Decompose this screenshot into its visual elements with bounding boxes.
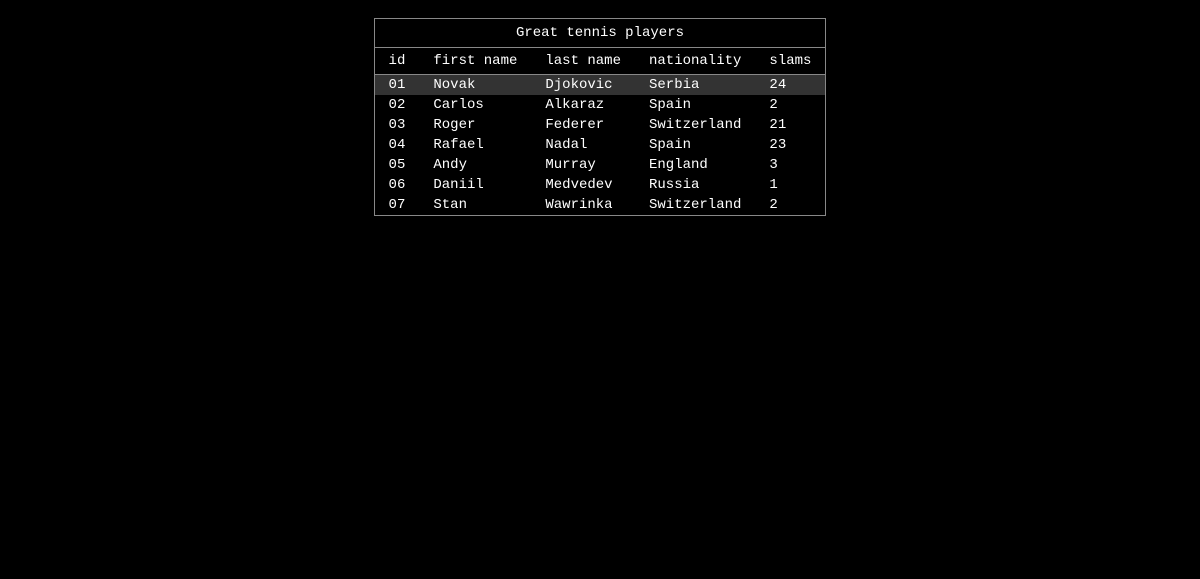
cell-last_name: Wawrinka: [531, 195, 635, 215]
cell-id: 06: [375, 175, 420, 195]
cell-slams: 1: [755, 175, 825, 195]
cell-first_name: Andy: [419, 155, 531, 175]
cell-last_name: Medvedev: [531, 175, 635, 195]
table-row: 06DaniilMedvedevRussia1: [375, 175, 826, 195]
cell-slams: 3: [755, 155, 825, 175]
table-row: 02CarlosAlkarazSpain2: [375, 95, 826, 115]
cell-slams: 2: [755, 195, 825, 215]
cell-first_name: Carlos: [419, 95, 531, 115]
col-header-last-name: last name: [531, 48, 635, 75]
table-header-row: id first name last name nationality slam…: [375, 48, 826, 75]
table-row: 05AndyMurrayEngland3: [375, 155, 826, 175]
cell-id: 05: [375, 155, 420, 175]
col-header-first-name: first name: [419, 48, 531, 75]
cell-slams: 24: [755, 75, 825, 96]
cell-nationality: Russia: [635, 175, 755, 195]
cell-nationality: Switzerland: [635, 115, 755, 135]
cell-first_name: Daniil: [419, 175, 531, 195]
table-row: 04RafaelNadalSpain23: [375, 135, 826, 155]
col-header-nationality: nationality: [635, 48, 755, 75]
table-row: 07StanWawrinkaSwitzerland2: [375, 195, 826, 215]
cell-last_name: Djokovic: [531, 75, 635, 96]
table-row: 01NovakDjokovicSerbia24: [375, 75, 826, 96]
cell-nationality: Switzerland: [635, 195, 755, 215]
cell-first_name: Novak: [419, 75, 531, 96]
cell-id: 04: [375, 135, 420, 155]
cell-last_name: Nadal: [531, 135, 635, 155]
tennis-table-container: Great tennis players id first name last …: [374, 18, 827, 216]
cell-first_name: Rafael: [419, 135, 531, 155]
table-body: 01NovakDjokovicSerbia2402CarlosAlkarazSp…: [375, 75, 826, 216]
cell-slams: 23: [755, 135, 825, 155]
cell-last_name: Alkaraz: [531, 95, 635, 115]
cell-first_name: Stan: [419, 195, 531, 215]
col-header-slams: slams: [755, 48, 825, 75]
cell-nationality: Serbia: [635, 75, 755, 96]
table-title-row: Great tennis players: [375, 19, 826, 48]
table-row: 03RogerFedererSwitzerland21: [375, 115, 826, 135]
cell-slams: 2: [755, 95, 825, 115]
cell-first_name: Roger: [419, 115, 531, 135]
cell-last_name: Murray: [531, 155, 635, 175]
cell-id: 07: [375, 195, 420, 215]
cell-slams: 21: [755, 115, 825, 135]
cell-id: 01: [375, 75, 420, 96]
cell-nationality: Spain: [635, 95, 755, 115]
cell-nationality: England: [635, 155, 755, 175]
table-title: Great tennis players: [375, 19, 826, 48]
cell-id: 03: [375, 115, 420, 135]
col-header-id: id: [375, 48, 420, 75]
tennis-table: Great tennis players id first name last …: [375, 19, 826, 215]
cell-last_name: Federer: [531, 115, 635, 135]
cell-id: 02: [375, 95, 420, 115]
cell-nationality: Spain: [635, 135, 755, 155]
